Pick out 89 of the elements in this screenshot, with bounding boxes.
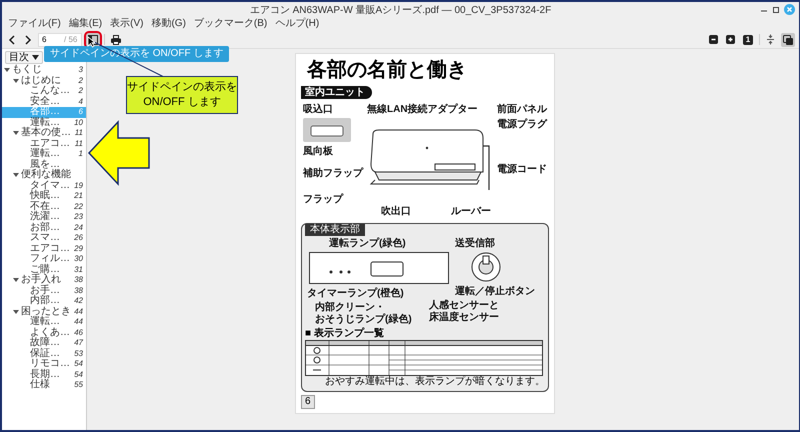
zoom-out-button[interactable] xyxy=(707,32,720,46)
outline-item[interactable]: 基本の使… 11 xyxy=(2,128,86,138)
caret-icon xyxy=(32,55,39,60)
outline-item[interactable]: こんな… 2 xyxy=(2,86,86,96)
section-label: 室内ユニット xyxy=(301,86,372,99)
expand-arrow-icon[interactable] xyxy=(13,130,19,136)
outline-item[interactable]: リモコ… 54 xyxy=(2,359,86,370)
menu-item[interactable]: ブックマーク(B) xyxy=(190,18,272,30)
outline-item[interactable]: 故障… 47 xyxy=(2,338,86,348)
callout-note: サイドペインの表示を ON/OFF します xyxy=(126,76,238,114)
part-label: 風向板 xyxy=(303,146,333,158)
page-heading: 各部の名前と働き xyxy=(307,58,468,83)
outline-item[interactable]: 運転… 10 xyxy=(2,118,86,128)
chevron-right-icon xyxy=(24,34,32,44)
section-label: 本体表示部 xyxy=(305,224,365,236)
part-label: ルーバー xyxy=(451,206,491,218)
expand-arrow-icon[interactable] xyxy=(13,78,19,84)
outline-item[interactable]: もくじ 3 xyxy=(2,65,86,76)
view-mode-button[interactable] xyxy=(781,32,795,46)
part-label: 吸込口 xyxy=(303,104,333,116)
outline-item[interactable]: エアコ… 29 xyxy=(2,244,86,254)
part-label: 電源コード xyxy=(497,164,547,176)
part-label: 運転ランプ(緑色) xyxy=(329,238,406,250)
list-heading: ■ 表示ランプ一覧 xyxy=(305,328,385,340)
outline-item[interactable]: 困ったとき 44 xyxy=(2,306,86,317)
unit-thumbnail-drawing xyxy=(303,118,351,142)
outline-item[interactable]: 安全… 4 xyxy=(2,96,86,107)
part-label: 送受信部 xyxy=(455,238,495,250)
outline-item[interactable]: はじめに 2 xyxy=(2,76,86,86)
part-label: 吹出口 xyxy=(381,206,411,218)
part-label: 電源プラグ xyxy=(497,119,547,131)
outline-item[interactable]: お手入れ 38 xyxy=(2,275,86,286)
outline-item[interactable]: よくあ… 46 xyxy=(2,328,86,338)
window-title: エアコン AN63WAP-W 量販Aシリーズ.pdf — 00_CV_3P537324-2F xyxy=(248,4,552,16)
expand-arrow-icon[interactable] xyxy=(13,277,19,284)
outline-item[interactable]: 風を… xyxy=(2,160,86,170)
printer-icon xyxy=(111,34,122,44)
fit-height-icon xyxy=(766,34,775,45)
outline-item[interactable]: 運転… 1 xyxy=(2,149,86,160)
outline-item[interactable]: タイマ… 19 xyxy=(2,180,86,191)
pages-icon xyxy=(783,34,793,44)
zoom-out-icon xyxy=(709,35,718,44)
maximize-icon xyxy=(772,6,780,14)
outline-item[interactable]: エアコ… 11 xyxy=(2,138,86,149)
close-icon xyxy=(784,4,795,15)
zoom-in-icon xyxy=(726,35,735,44)
menu-item[interactable]: 編集(E) xyxy=(64,18,106,30)
zoom-in-button[interactable] xyxy=(724,32,737,46)
menu-item[interactable]: 表示(V) xyxy=(106,18,148,30)
part-label: タイマーランプ(橙色) xyxy=(307,288,404,300)
outline-item[interactable]: 保証… 53 xyxy=(2,348,86,359)
outline-item[interactable]: 内部… 42 xyxy=(2,296,86,306)
expand-arrow-icon[interactable] xyxy=(13,308,19,315)
callout-arrow xyxy=(88,120,150,186)
outline-item[interactable]: 仕様 55 xyxy=(2,380,86,390)
outline-item[interactable]: 長期… 54 xyxy=(2,370,86,380)
part-label: 無線LAN接続アダプター xyxy=(367,104,478,116)
footnote: おやすみ運転中は、表示ランプが暗くなります。 xyxy=(324,376,545,388)
outline-dropdown[interactable]: 目次 xyxy=(5,51,43,64)
maximize-button[interactable] xyxy=(772,6,780,14)
actual-size-button[interactable]: 1 xyxy=(743,34,753,44)
cursor-icon xyxy=(87,36,95,48)
outline-item[interactable]: 便利な機能 xyxy=(2,170,86,180)
part-label: 前面パネル xyxy=(497,104,547,116)
menu-item[interactable]: ファイル(F) xyxy=(4,18,65,30)
outline-item[interactable]: 不在… 22 xyxy=(2,202,86,212)
expand-arrow-icon[interactable] xyxy=(4,67,10,74)
part-label: 運転／停止ボタン xyxy=(455,286,535,298)
outline-item[interactable]: 運転… 44 xyxy=(2,317,86,328)
outline-item[interactable]: 洗濯… 23 xyxy=(2,212,86,222)
outline-item[interactable]: お手… 38 xyxy=(2,286,86,296)
sensor-drawing xyxy=(471,252,501,282)
print-button[interactable] xyxy=(109,32,124,46)
fit-page-button[interactable] xyxy=(764,32,777,46)
part-label: フラップ xyxy=(303,194,343,206)
part-label: 内部クリーン・ おそうじランプ(緑色) xyxy=(315,302,412,326)
menu-item[interactable]: ヘルプ(H) xyxy=(271,18,324,30)
part-label: 人感センサーと 床温度センサー xyxy=(429,300,499,324)
page-number: 6 xyxy=(301,395,315,409)
menu-item[interactable]: 移動(G) xyxy=(147,18,190,30)
tooltip: サイドペインの表示を ON/OFF します xyxy=(44,46,230,62)
outline-item[interactable]: お部… 24 xyxy=(2,222,86,233)
outline-item[interactable]: スマ… 26 xyxy=(2,233,86,244)
chevron-left-icon xyxy=(8,34,16,44)
outline-item[interactable]: 快眠… 21 xyxy=(2,191,86,202)
part-label: 補助フラップ xyxy=(303,168,363,180)
expand-arrow-icon[interactable] xyxy=(13,172,19,178)
outline-item[interactable]: ご購… 31 xyxy=(2,264,86,275)
outline-item[interactable]: フィル… 30 xyxy=(2,254,86,264)
